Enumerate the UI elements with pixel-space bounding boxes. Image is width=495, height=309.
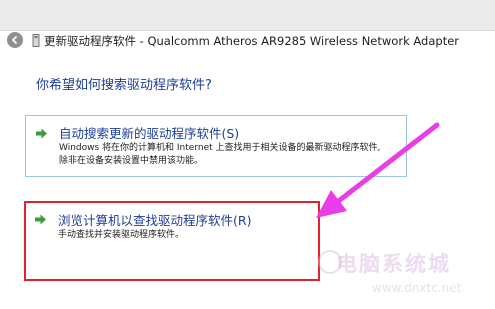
watermark-site-name: 电脑系统城 bbox=[336, 252, 451, 276]
watermark-url: www.dnxtc.net bbox=[372, 281, 462, 295]
watermark: 电脑系统城 www.dnxtc.net bbox=[318, 238, 495, 309]
